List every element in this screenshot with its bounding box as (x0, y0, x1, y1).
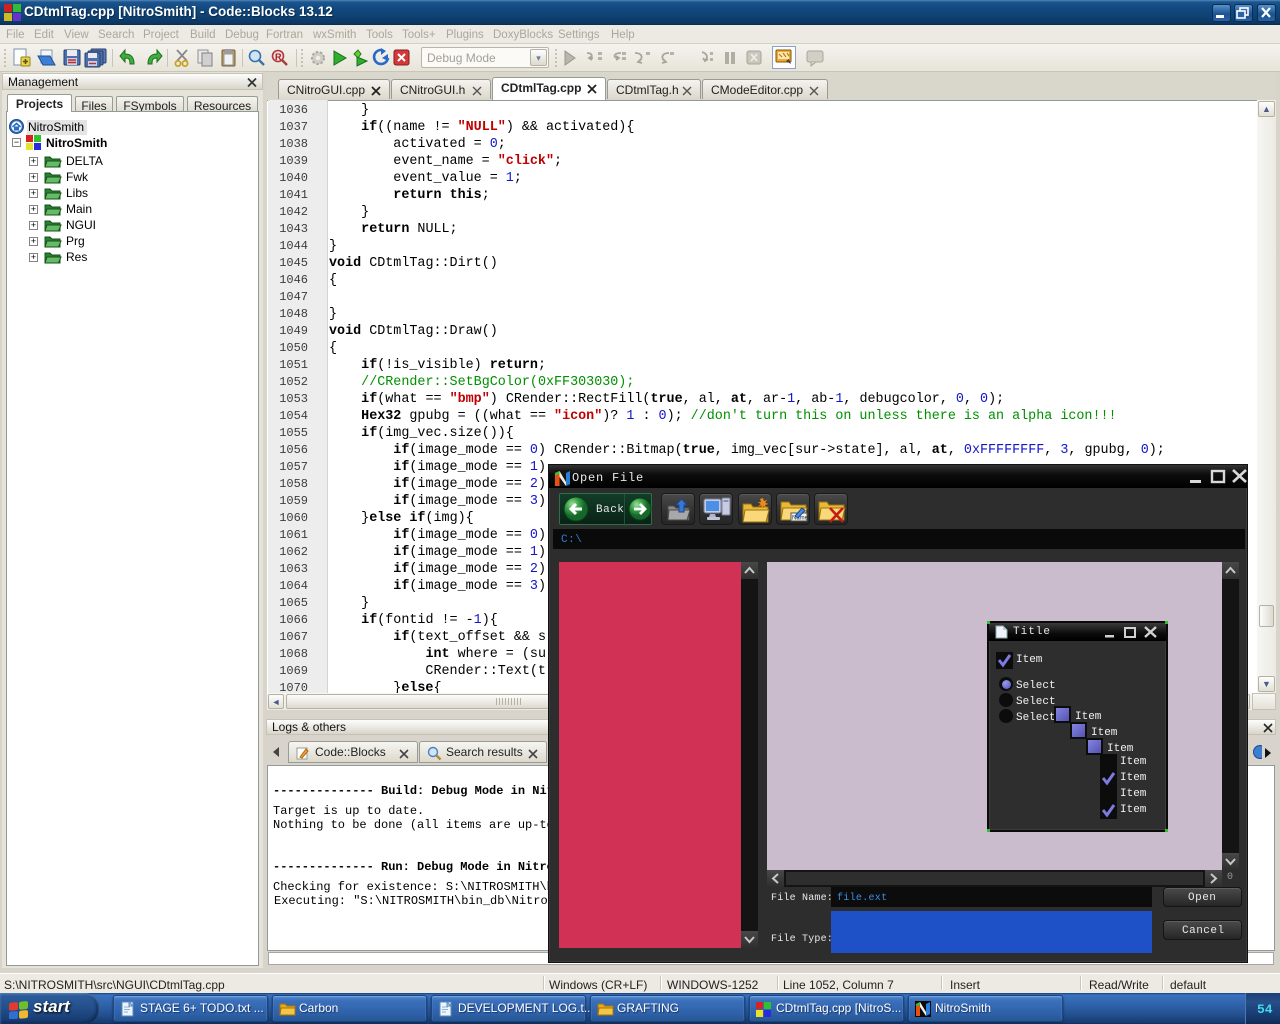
svg-text:R: R (275, 52, 282, 62)
